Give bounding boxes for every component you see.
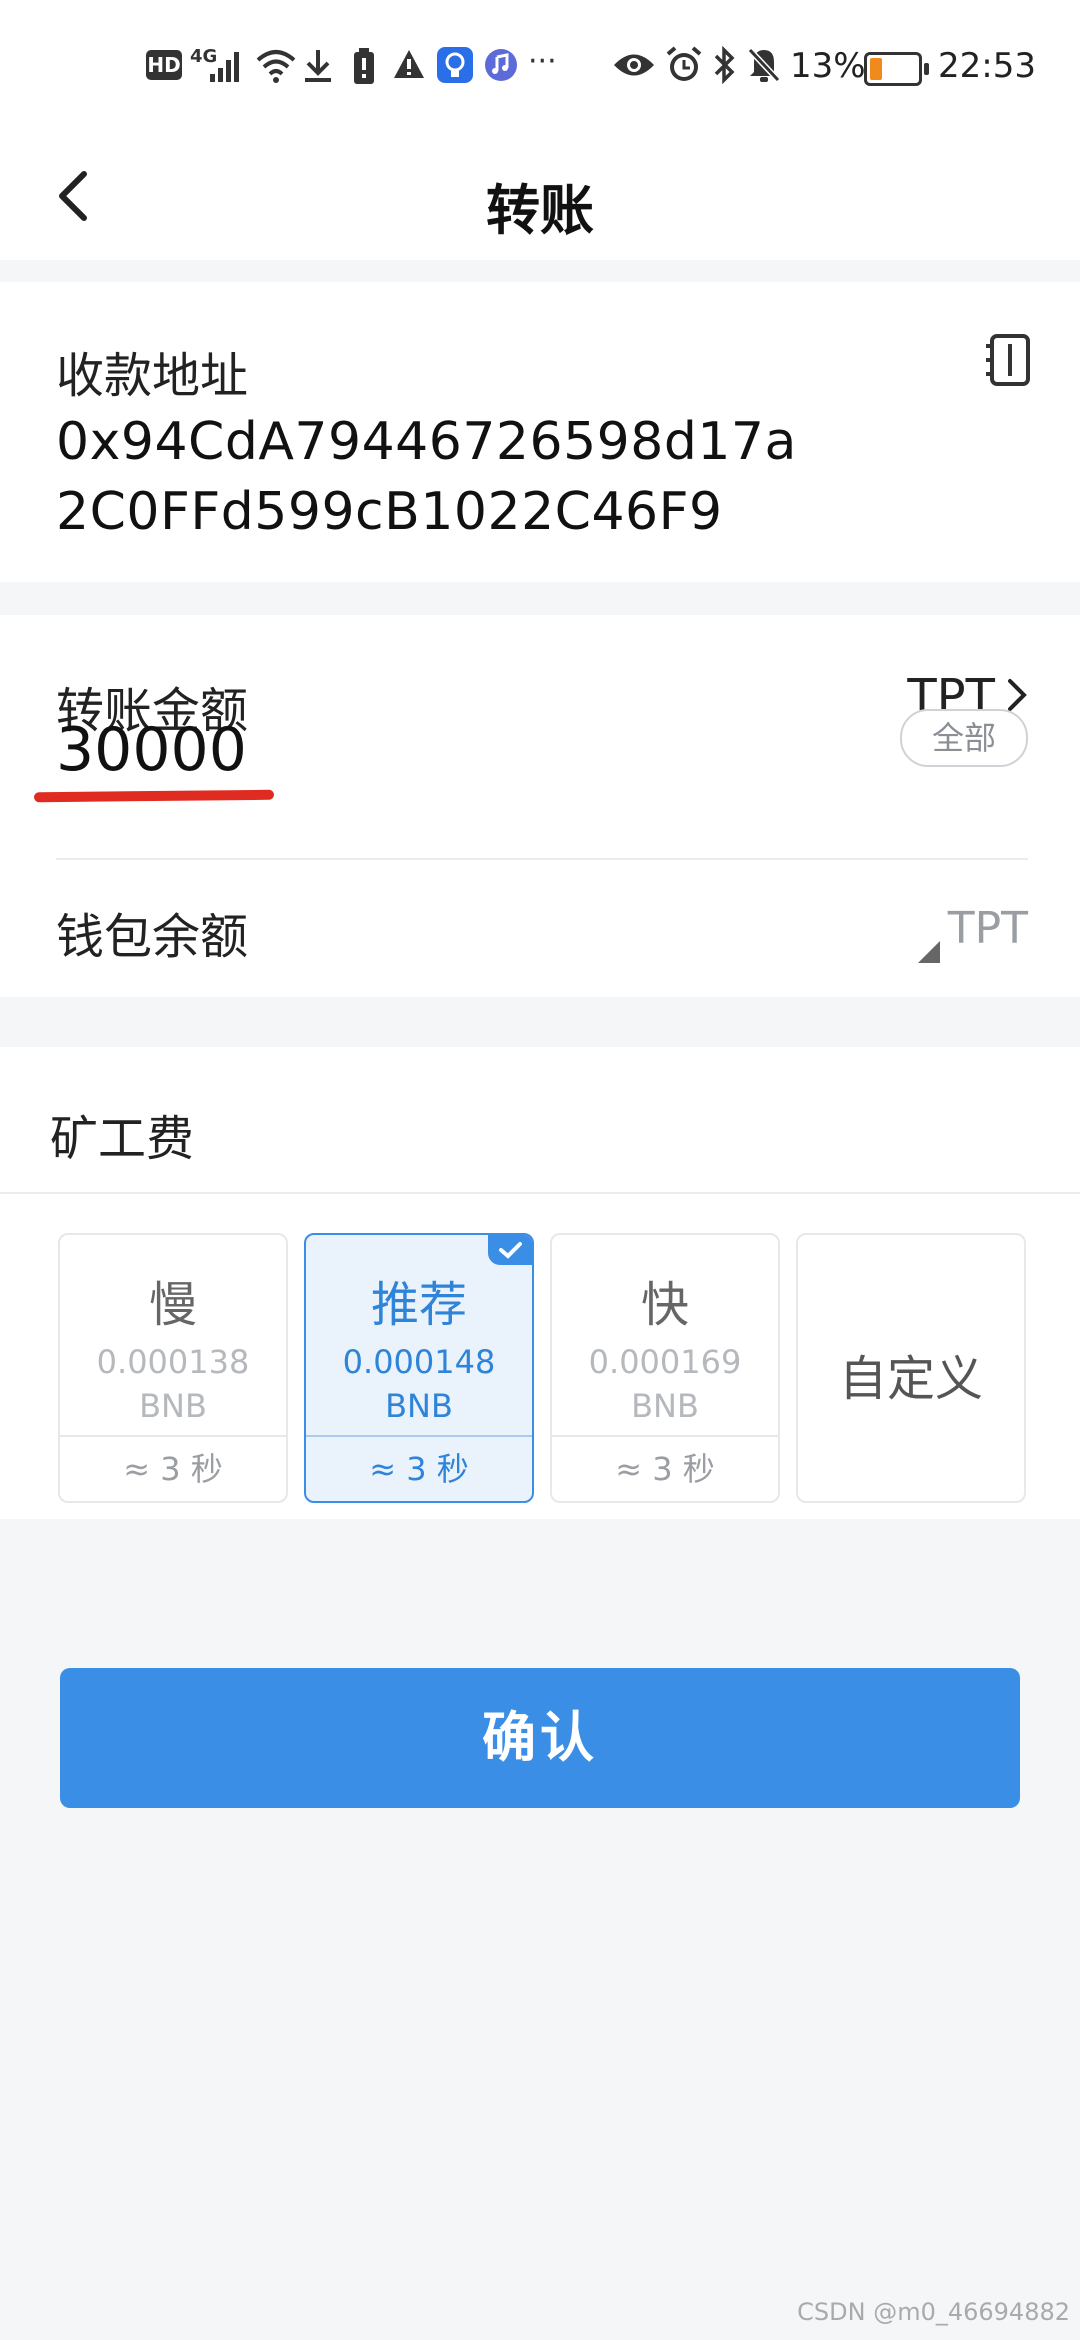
transfer-card: 转账金额 TPT 30000 全部 钱包余额 TPT: [0, 615, 1080, 997]
fee-time: ≈ 3 秒: [552, 1435, 778, 1501]
fee-time: ≈ 3 秒: [60, 1435, 286, 1501]
fee-option-recommended[interactable]: 推荐 0.000148 BNB ≈ 3 秒: [304, 1233, 534, 1503]
check-icon: [499, 1242, 522, 1259]
fee-amount: 0.000148: [342, 1343, 496, 1381]
page-title: 转账: [486, 179, 594, 242]
address-book-button[interactable]: [980, 330, 1040, 390]
balance-token: TPT: [947, 903, 1028, 954]
download-icon: [305, 50, 331, 82]
red-annotation-underline: [33, 789, 275, 803]
app-notification-icon: [437, 47, 473, 83]
recipient-address-line2[interactable]: 2C0FFd599cB1022C46F9: [56, 482, 723, 542]
selected-badge: [488, 1235, 532, 1265]
fee-speed: 慢: [148, 1277, 197, 1333]
fee-unit: BNB: [385, 1387, 453, 1425]
fee-speed: 推荐: [370, 1277, 467, 1333]
balance-loading-indicator: [918, 941, 940, 963]
fee-speed: 快: [640, 1277, 689, 1333]
fee-time: ≈ 3 秒: [306, 1435, 532, 1501]
watermark: CSDN @m0_46694882: [797, 2298, 1070, 2326]
battery-alert-icon: [354, 48, 374, 84]
fee-label: 矿工费: [50, 1111, 195, 1167]
recipient-card: 收款地址 0x94CdA79446726598d17a 2C0FFd599cB1…: [0, 282, 1080, 582]
status-bar: HD 4G ··· 13% 22:53: [0, 0, 1080, 130]
battery-level: [870, 58, 882, 80]
alarm-icon: [666, 46, 702, 81]
hd-badge: HD: [146, 50, 182, 80]
fee-option-custom[interactable]: 自定义: [796, 1233, 1026, 1503]
wifi-icon: [256, 50, 296, 83]
fee-amount: 0.000138: [96, 1343, 250, 1381]
fee-header: 矿工费: [0, 1047, 1080, 1192]
recipient-address-line1[interactable]: 0x94CdA79446726598d17a: [56, 412, 797, 472]
fee-amount: 0.000169: [588, 1343, 742, 1381]
fee-unit: BNB: [139, 1387, 207, 1425]
battery-icon: [864, 52, 929, 86]
amount-input[interactable]: 30000: [56, 715, 247, 785]
fee-unit: BNB: [631, 1387, 699, 1425]
custom-fee-label: 自定义: [838, 1351, 983, 1407]
recipient-label: 收款地址: [56, 348, 249, 404]
all-button[interactable]: 全部: [900, 709, 1028, 767]
battery-percent: 13%: [790, 46, 866, 86]
clock: 22:53: [938, 46, 1036, 86]
chevron-right-icon: [1008, 679, 1027, 711]
eye-icon: [614, 54, 654, 76]
bluetooth-icon: [714, 46, 735, 84]
battery-cap: [924, 63, 929, 75]
fee-option-slow[interactable]: 慢 0.000138 BNB ≈ 3 秒: [58, 1233, 288, 1503]
signal-icon: [210, 52, 239, 82]
more-notifications-icon: ···: [528, 44, 557, 79]
wallet-balance-label: 钱包余额: [56, 909, 249, 965]
nav-bar: 转账: [0, 130, 1080, 260]
fee-option-fast[interactable]: 快 0.000169 BNB ≈ 3 秒: [550, 1233, 780, 1503]
address-book-icon: [986, 334, 1030, 386]
music-app-icon: [485, 49, 517, 81]
divider: [56, 858, 1028, 860]
warning-icon: [394, 50, 424, 78]
confirm-button[interactable]: 确认: [60, 1668, 1020, 1808]
mute-icon: [747, 47, 781, 83]
